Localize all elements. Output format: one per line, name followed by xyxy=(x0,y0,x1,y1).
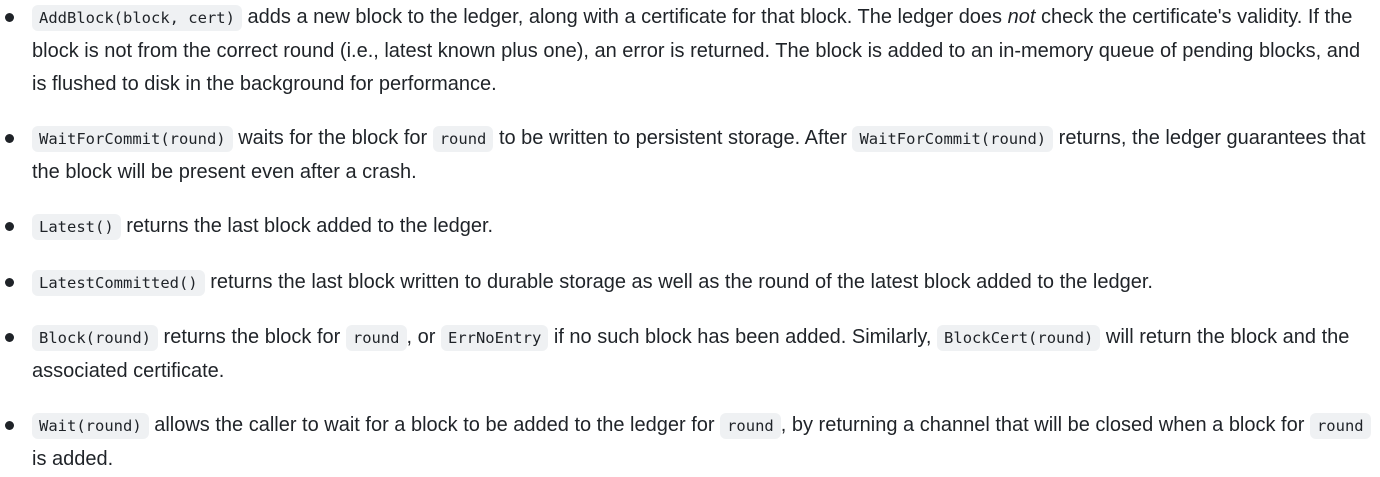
item-text: to be written to persistent storage. Aft… xyxy=(493,127,853,149)
bullet-icon xyxy=(5,13,14,22)
item-text: waits for the block for xyxy=(232,127,433,149)
list-item-waitforcommit: WaitForCommit(round) waits for the block… xyxy=(5,122,1372,189)
item-text: returns the block for xyxy=(157,326,346,348)
item-text: adds a new block to the ledger, along wi… xyxy=(241,6,1008,28)
item-text: , by returning a channel that will be cl… xyxy=(780,414,1310,436)
bullet-icon xyxy=(5,333,14,342)
code-block: Block(round) xyxy=(32,325,158,351)
list-item-addblock: AddBlock(block, cert) adds a new block t… xyxy=(5,1,1372,101)
bullet-icon xyxy=(5,134,14,143)
item-text: , or xyxy=(406,326,441,348)
bullet-icon xyxy=(5,278,14,287)
list-item-wait: Wait(round) allows the caller to wait fo… xyxy=(5,409,1372,476)
bullet-icon xyxy=(5,421,14,430)
item-text: allows the caller to wait for a block to… xyxy=(148,414,721,436)
code-latest: Latest() xyxy=(32,214,121,240)
code-errnoentry: ErrNoEntry xyxy=(440,325,549,351)
list-item-latestcommitted: LatestCommitted() returns the last block… xyxy=(5,266,1372,300)
item-text: is added. xyxy=(32,448,114,470)
code-waitforcommit: WaitForCommit(round) xyxy=(32,126,233,152)
code-waitforcommit: WaitForCommit(round) xyxy=(852,126,1054,152)
bullet-icon xyxy=(5,222,14,231)
list-item-latest: Latest() returns the last block added to… xyxy=(5,210,1372,244)
code-round: round xyxy=(1309,413,1371,439)
code-latestcommitted: LatestCommitted() xyxy=(32,270,205,296)
code-round: round xyxy=(432,126,494,152)
document-body: AddBlock(block, cert) adds a new block t… xyxy=(0,0,1380,477)
code-round: round xyxy=(345,325,407,351)
item-text: if no such block has been added. Similar… xyxy=(548,326,938,348)
code-blockcert: BlockCert(round) xyxy=(937,325,1101,351)
emphasis-text: not xyxy=(1007,6,1036,28)
item-text: returns the last block added to the ledg… xyxy=(120,215,494,237)
code-addblock: AddBlock(block, cert) xyxy=(32,5,242,31)
list-item-block: Block(round) returns the block for round… xyxy=(5,321,1372,388)
item-text: returns the last block written to durabl… xyxy=(204,271,1153,293)
code-round: round xyxy=(720,413,781,439)
code-wait: Wait(round) xyxy=(32,413,149,439)
